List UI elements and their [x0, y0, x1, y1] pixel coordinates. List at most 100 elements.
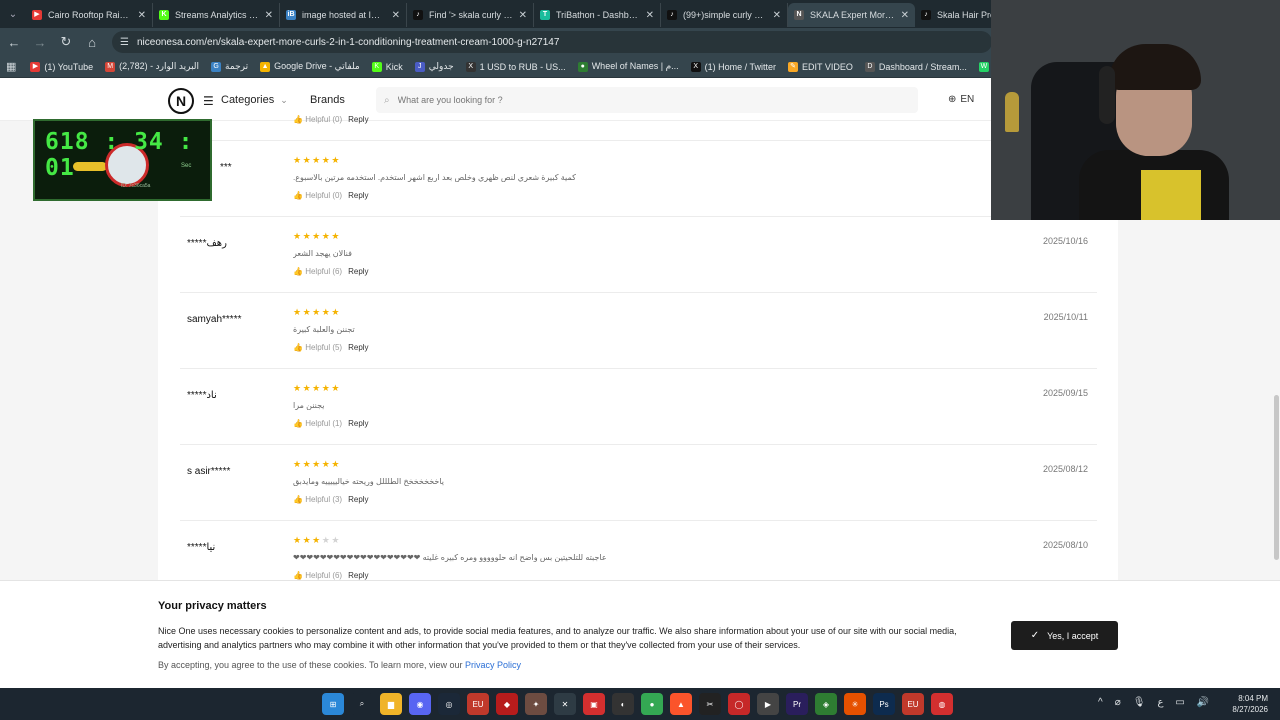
bookmark-favicon-icon: G	[211, 61, 222, 72]
brave-icon[interactable]: ▲	[670, 693, 692, 715]
thumbs-up-icon[interactable]: 👍	[293, 343, 305, 352]
chrome-icon[interactable]: ●	[641, 693, 663, 715]
review-item: رهف***** ★★★★★ فنالان يهجد الشعر 👍 Helpful …	[180, 217, 1097, 293]
capcut-icon[interactable]: ✂	[699, 693, 721, 715]
tray-icon[interactable]: ⌀	[1115, 697, 1121, 708]
apps-grid-icon[interactable]: ▦	[6, 60, 16, 73]
bookmark-item[interactable]: K Kick	[371, 61, 403, 72]
helpful-button[interactable]: Helpful (0)	[305, 115, 342, 124]
tray-icon[interactable]: ^	[1098, 697, 1103, 708]
close-icon[interactable]: ✕	[773, 10, 781, 21]
browser-tab[interactable]: ♪ Find '> skala curly hair ✕	[407, 3, 534, 27]
reply-button[interactable]: Reply	[348, 115, 368, 124]
bookmark-item[interactable]: ▲ Google Drive - ملفاتي	[260, 61, 360, 72]
thumbs-up-icon[interactable]: 👍	[293, 419, 305, 428]
bookmark-item[interactable]: X (1) Home / Twitter	[690, 61, 776, 72]
app-red-circle-icon[interactable]: ◯	[728, 693, 750, 715]
thumbs-up-icon[interactable]: 👍	[293, 495, 305, 504]
reply-button[interactable]: Reply	[348, 343, 368, 352]
tray-icon[interactable]: ▭	[1175, 697, 1184, 708]
bookmark-favicon-icon: ✎	[788, 61, 799, 72]
system-tray: ^ ⌀ 🎙 ع ▭ 🔊	[1098, 697, 1221, 708]
tray-icon[interactable]: 🎙	[1133, 697, 1146, 708]
tab-favicon-icon: ♪	[667, 10, 677, 20]
bookmark-item[interactable]: G ترجمة	[211, 61, 248, 72]
menu-icon[interactable]: ☰	[203, 94, 214, 108]
reply-button[interactable]: Reply	[348, 419, 368, 428]
language-selector[interactable]: ⊕ EN	[948, 94, 974, 105]
close-icon[interactable]: ✕	[265, 10, 273, 21]
tray-icon[interactable]: ع	[1157, 697, 1163, 708]
privacy-policy-link[interactable]: Privacy Policy	[465, 660, 521, 670]
thumbs-up-icon[interactable]: 👍	[293, 267, 305, 276]
steam-icon[interactable]: ◎	[438, 693, 460, 715]
helpful-button[interactable]: Helpful (0)	[305, 191, 342, 200]
close-icon[interactable]: ✕	[646, 10, 654, 21]
site-info-icon[interactable]: ☰	[120, 37, 129, 48]
bookmark-item[interactable]: J جدولي	[414, 61, 454, 72]
app-obs-icon[interactable]: ◐	[612, 693, 634, 715]
thumbs-up-icon[interactable]: 👍	[293, 115, 303, 124]
close-icon[interactable]: ✕	[519, 10, 527, 21]
address-bar[interactable]: ☰ niceonesa.com/en/skala-expert-more-cur…	[112, 31, 992, 53]
home-icon[interactable]: ⌂	[80, 30, 104, 54]
tab-search-icon[interactable]: ⌄	[0, 0, 26, 28]
bookmark-item[interactable]: ● Wheel of Names | م...	[577, 61, 679, 72]
star-icon: ★	[293, 535, 303, 545]
bookmark-item[interactable]: ✎ EDIT VIDEO	[788, 61, 853, 72]
close-icon[interactable]: ✕	[901, 10, 909, 21]
taskbar-clock[interactable]: 8:04 PM 8/27/2026	[1222, 693, 1268, 715]
star-icon: ★	[331, 535, 341, 545]
browser-tab[interactable]: ♪ (99+)simple curly hair ✕	[661, 3, 788, 27]
helpful-button[interactable]: Helpful (6)	[305, 267, 342, 276]
thumbs-up-icon[interactable]: 👍	[293, 191, 305, 200]
file-explorer-icon[interactable]: ▆	[380, 693, 402, 715]
thumbs-up-icon[interactable]: 👍	[293, 571, 305, 580]
search-input[interactable]	[397, 95, 898, 105]
discord-icon[interactable]: ◉	[409, 693, 431, 715]
reply-button[interactable]: Reply	[348, 267, 368, 276]
browser-tab[interactable]: K Streams Analytics - Kic ✕	[153, 3, 280, 27]
photoshop-icon[interactable]: Ps	[873, 693, 895, 715]
helpful-button[interactable]: Helpful (5)	[305, 343, 342, 352]
windows-start-icon[interactable]: ⊞	[322, 693, 344, 715]
back-icon[interactable]: ←	[2, 30, 26, 54]
page-scrollbar[interactable]	[1274, 395, 1279, 560]
app-play-icon[interactable]: ▶	[757, 693, 779, 715]
bookmark-item[interactable]: ▶ (1) YouTube	[30, 61, 93, 72]
app-x-icon[interactable]: ✕	[554, 693, 576, 715]
brands-link[interactable]: Brands	[310, 94, 345, 106]
app-red-eu-icon[interactable]: EU	[467, 693, 489, 715]
app-red-2-icon[interactable]: ◍	[931, 693, 953, 715]
categories-menu[interactable]: Categories ⌄	[221, 94, 288, 106]
app-star-icon[interactable]: ✳	[844, 693, 866, 715]
browser-tab[interactable]: iB image hosted at ImgB ✕	[280, 3, 407, 27]
browser-tab[interactable]: ▶ Cairo Rooftop Rain | C ✕	[26, 3, 153, 27]
helpful-button[interactable]: Helpful (3)	[305, 495, 342, 504]
close-icon[interactable]: ✕	[138, 10, 146, 21]
reply-button[interactable]: Reply	[348, 571, 368, 580]
reply-button[interactable]: Reply	[348, 191, 368, 200]
bookmark-item[interactable]: M (2,782) - البريد الوارد	[105, 61, 199, 72]
helpful-button[interactable]: Helpful (6)	[305, 571, 342, 580]
close-icon[interactable]: ✕	[392, 10, 400, 21]
app-red-box-icon[interactable]: ▣	[583, 693, 605, 715]
app-eu-2-icon[interactable]: EU	[902, 693, 924, 715]
search-icon[interactable]: ⌕	[351, 693, 373, 715]
browser-tab[interactable]: T TriBathon - Dashboard ✕	[534, 3, 661, 27]
accept-cookies-button[interactable]: ✓ Yes, I accept	[1011, 621, 1118, 650]
bookmark-item[interactable]: X1 USD to RUB - US...	[465, 61, 566, 72]
webcam-overlay	[991, 0, 1280, 220]
tray-icon[interactable]: 🔊	[1197, 697, 1209, 708]
bookmark-item[interactable]: D Dashboard / Stream...	[864, 61, 967, 72]
forward-icon[interactable]: →	[28, 30, 52, 54]
helpful-button[interactable]: Helpful (1)	[305, 419, 342, 428]
reload-icon[interactable]: ↻	[54, 30, 78, 54]
browser-tab[interactable]: N SKALA Expert More Cu ✕	[788, 3, 915, 27]
app-pattern-icon[interactable]: ✦	[525, 693, 547, 715]
reply-button[interactable]: Reply	[348, 495, 368, 504]
app-green-icon[interactable]: ◈	[815, 693, 837, 715]
premiere-icon[interactable]: Pr	[786, 693, 808, 715]
nice-one-logo[interactable]: N	[168, 88, 194, 114]
app-red-icon[interactable]: ◆	[496, 693, 518, 715]
